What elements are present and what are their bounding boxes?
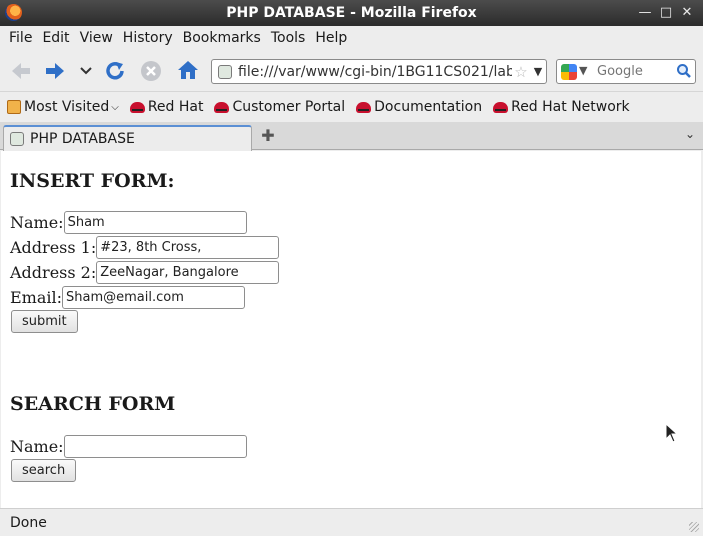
search-icon[interactable] [676,63,692,79]
url-text[interactable]: file:///var/www/cgi-bin/1BG11CS021/lab11 [238,64,512,80]
name-field[interactable] [63,210,247,234]
firefox-icon[interactable] [5,4,22,21]
url-dropdown-icon[interactable]: ▼ [530,65,546,78]
bookmark-red-hat[interactable]: Red Hat [129,99,204,115]
site-identity-icon[interactable] [218,64,232,79]
history-dropdown-icon[interactable] [80,67,92,75]
bookmark-label: Red Hat [147,99,204,115]
google-engine-icon[interactable] [561,64,577,80]
most-visited-icon [7,100,21,114]
menu-help[interactable]: Help [310,30,352,46]
chevron-down-icon: ⌵ [111,101,119,113]
new-tab-icon[interactable]: ✚ [259,127,277,145]
search-bar[interactable]: ▼ [556,59,696,84]
search-name-row: Name: [10,434,247,458]
email-label: Email: [10,287,63,307]
menu-edit[interactable]: Edit [37,30,74,46]
bookmark-label: Most Visited [24,99,110,115]
search-name-field[interactable] [63,434,247,458]
email-field[interactable] [62,285,246,309]
redhat-icon [356,100,372,114]
status-text: Done [10,514,47,531]
menu-bar: File Edit View History Bookmarks Tools H… [0,26,703,50]
resize-grip-icon[interactable] [689,522,699,532]
maximize-icon[interactable]: □ [657,4,675,22]
title-bar: PHP DATABASE - Mozilla Firefox — □ ✕ [0,0,703,26]
menu-view[interactable]: View [75,30,118,46]
back-arrow-icon[interactable] [10,61,32,81]
redhat-icon [493,100,509,114]
bookmark-label: Documentation [374,99,483,115]
submit-button[interactable]: submit [11,310,78,333]
bookmark-star-icon[interactable]: ☆ [512,63,530,81]
name-row: Name: [10,210,247,234]
search-form-heading: SEARCH FORM [10,393,176,415]
forward-arrow-icon[interactable] [44,61,66,81]
address1-row: Address 1: [10,235,280,259]
close-icon[interactable]: ✕ [678,4,696,22]
menu-history[interactable]: History [118,30,178,46]
redhat-icon [214,100,230,114]
search-input[interactable] [595,63,677,80]
window-title: PHP DATABASE - Mozilla Firefox [226,5,477,21]
bookmark-red-hat-network[interactable]: Red Hat Network [493,99,630,115]
mouse-cursor-icon [665,423,679,443]
address2-row: Address 2: [10,260,280,284]
bookmark-customer-portal[interactable]: Customer Portal [214,99,345,115]
address1-field[interactable] [96,235,280,259]
stop-icon[interactable] [140,60,162,82]
menu-tools[interactable]: Tools [266,30,311,46]
bookmark-documentation[interactable]: Documentation [356,99,482,115]
bookmark-most-visited[interactable]: Most Visited ⌵ [7,99,119,115]
redhat-icon [129,100,145,114]
search-name-label: Name: [10,436,64,456]
home-icon[interactable] [176,59,200,81]
bookmark-label: Customer Portal [232,99,346,115]
address2-field[interactable] [96,260,280,284]
bookmarks-toolbar: Most Visited ⌵ Red Hat Customer Portal D… [0,92,703,122]
tab-label: PHP DATABASE [30,131,135,147]
menu-bookmarks[interactable]: Bookmarks [178,30,266,46]
engine-dropdown-icon[interactable]: ▼ [579,64,587,77]
address1-label: Address 1: [10,237,97,257]
tab-list-chevron-icon[interactable]: ⌄ [685,127,695,141]
address-bar[interactable]: file:///var/www/cgi-bin/1BG11CS021/lab11… [211,59,547,84]
navigation-toolbar: file:///var/www/cgi-bin/1BG11CS021/lab11… [0,50,703,92]
tab-bar: PHP DATABASE ✚ ⌄ [0,122,703,151]
bookmark-label: Red Hat Network [511,99,630,115]
page-content: INSERT FORM: Name: Address 1: Address 2:… [1,151,701,508]
status-bar: Done [0,508,703,536]
minimize-icon[interactable]: — [636,4,654,22]
menu-file[interactable]: File [4,30,37,46]
page-icon [10,132,24,146]
reload-icon[interactable] [104,60,126,82]
insert-form-heading: INSERT FORM: [10,170,175,192]
email-row: Email: [10,285,246,309]
address2-label: Address 2: [10,262,97,282]
search-button[interactable]: search [11,459,77,482]
name-label: Name: [10,212,64,232]
tab-php-database[interactable]: PHP DATABASE [3,125,252,151]
